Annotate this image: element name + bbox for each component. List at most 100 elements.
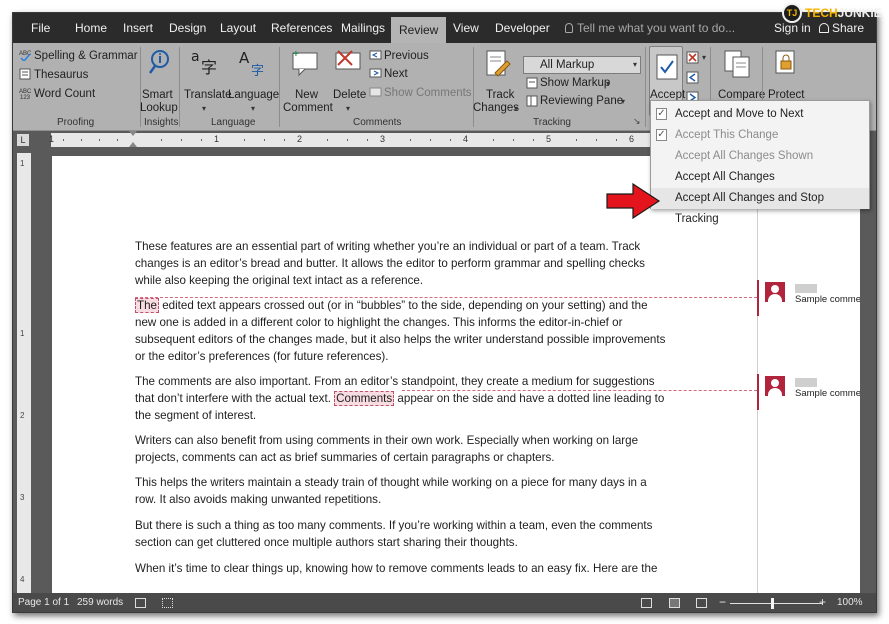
person-icon (819, 23, 829, 33)
tab-view[interactable]: View (453, 13, 479, 43)
page-count[interactable]: Page 1 of 1 (18, 597, 69, 608)
paragraph[interactable]: These features are an essential part of … (135, 238, 690, 289)
ruler-tick (99, 139, 100, 141)
menu-item-label: Accept This Change (675, 129, 779, 141)
tab-developer[interactable]: Developer (495, 13, 550, 43)
tab-references[interactable]: References (271, 13, 332, 43)
ruler-number: 1 (214, 134, 220, 144)
word-count-button[interactable]: Word Count (34, 88, 95, 100)
thesaurus-button[interactable]: Thesaurus (34, 69, 88, 81)
language-button[interactable]: Language (228, 89, 279, 101)
indent-marker-icon[interactable] (129, 131, 138, 149)
smart-lookup-label-1[interactable]: Smart (142, 89, 173, 101)
new-comment-label-2[interactable]: Comment (283, 102, 333, 114)
word-count[interactable]: 259 words (77, 597, 123, 608)
tab-layout[interactable]: Layout (220, 13, 256, 43)
new-comment-label-1[interactable]: New (295, 89, 318, 101)
delete-dropdown-icon[interactable]: ▾ (346, 104, 350, 113)
translate-icon: a字 (191, 49, 217, 77)
tab-file[interactable]: File (31, 13, 50, 43)
menu-item-accept-all-changes[interactable]: Accept All Changes (651, 167, 869, 188)
zoom-in-button[interactable]: + (819, 595, 826, 609)
zoom-out-button[interactable]: − (719, 595, 726, 609)
translate-dropdown-icon[interactable]: ▾ (202, 104, 206, 113)
ruler-tick (596, 139, 597, 141)
text-line: subsequent editors of the changes made, … (135, 333, 666, 346)
ruler-number: 2 (297, 134, 303, 144)
paragraph[interactable]: Writers can also benefit from using comm… (135, 432, 690, 466)
ruler-number: 4 (20, 575, 25, 584)
tab-review[interactable]: Review (391, 17, 447, 43)
previous-comment-icon (369, 50, 382, 60)
ruler-tick (81, 139, 82, 141)
menu-item-accept-all-changes-shown[interactable]: Accept All Changes Shown (651, 146, 869, 167)
menu-item-accept-this-change[interactable]: ✓ Accept This Change (651, 125, 869, 146)
tab-insert[interactable]: Insert (123, 13, 153, 43)
ruler-number: 4 (463, 134, 469, 144)
show-comments-button[interactable]: Show Comments (384, 87, 472, 99)
commented-text[interactable]: Comments (334, 391, 395, 406)
ruler-tick (264, 139, 265, 141)
share-label: Share (832, 21, 865, 35)
document-page[interactable]: These features are an essential part of … (52, 156, 860, 596)
tab-mailings[interactable]: Mailings (341, 13, 385, 43)
macro-recording-icon[interactable] (162, 598, 173, 608)
web-layout-icon[interactable] (696, 598, 707, 608)
dialog-launcher-icon[interactable]: ↘ (633, 116, 641, 127)
commented-text[interactable]: The (135, 298, 159, 313)
proofing-group-label: Proofing (57, 117, 95, 128)
smart-lookup-label-2[interactable]: Lookup (140, 102, 178, 114)
read-mode-icon[interactable] (641, 598, 652, 608)
tell-me-box[interactable]: Tell me what you want to do... (565, 13, 735, 43)
delete-comment-button[interactable]: Delete (333, 89, 366, 101)
zoom-level[interactable]: 100% (837, 597, 863, 608)
paragraph[interactable]: The comments are also important. From an… (135, 373, 690, 424)
markup-mode-select[interactable]: All Markup ▾ (523, 56, 641, 74)
comment-balloon[interactable]: Sample comment (757, 280, 860, 318)
tab-selector-icon[interactable]: L (17, 134, 29, 146)
show-markup-button[interactable]: Show Markup (540, 77, 610, 89)
comment-balloon[interactable]: Sample comment (757, 374, 860, 412)
spelling-grammar-button[interactable]: Spelling & Grammar (34, 50, 138, 62)
language-group-label: Language (211, 117, 256, 128)
paragraph[interactable]: When it’s time to clear things up, knowi… (135, 560, 690, 577)
language-dropdown-icon[interactable]: ▾ (251, 104, 255, 113)
text-line: while also keeping the original text int… (135, 274, 424, 287)
comment-marker (757, 374, 759, 410)
tab-home[interactable]: Home (75, 13, 107, 43)
paragraph[interactable]: The edited text appears crossed out (or … (135, 297, 690, 365)
zoom-slider-thumb[interactable] (771, 598, 774, 609)
text-line: that don’t interfere with the actual tex… (135, 390, 690, 407)
reviewing-pane-dropdown-icon[interactable]: ▾ (621, 97, 625, 106)
tab-design[interactable]: Design (169, 13, 206, 43)
ruler-tick (367, 139, 368, 141)
translate-button[interactable]: Translate (184, 89, 232, 101)
previous-comment-button[interactable]: Previous (384, 50, 429, 62)
next-comment-button[interactable]: Next (384, 68, 408, 80)
zoom-slider[interactable] (730, 603, 823, 604)
text-line: But there is such a thing as too many co… (135, 519, 653, 532)
track-changes-label-2[interactable]: Changes (473, 102, 519, 114)
protect-document-icon (775, 50, 795, 74)
paragraph[interactable]: But there is such a thing as too many co… (135, 517, 690, 551)
menu-item-accept-and-move-to-next[interactable]: ✓ Accept and Move to Next (651, 104, 869, 125)
svg-text:+: + (293, 49, 299, 60)
track-changes-dropdown-icon[interactable]: ▾ (514, 104, 518, 113)
menu-item-accept-all-and-stop-tracking[interactable]: Accept All Changes and Stop Tracking (651, 188, 869, 225)
reviewing-pane-button[interactable]: Reviewing Pane (540, 95, 623, 107)
ribbon-separator (179, 47, 180, 127)
show-markup-icon (526, 77, 538, 89)
ruler-tick (410, 139, 411, 141)
vertical-ruler[interactable]: 1 1 2 3 4 (17, 153, 31, 593)
accept-change-icon (656, 54, 678, 80)
insights-group-label: Insights (144, 117, 179, 128)
reject-dropdown-icon[interactable]: ▾ (702, 53, 706, 62)
print-layout-icon[interactable] (669, 598, 680, 608)
proofing-status-icon[interactable] (135, 598, 146, 608)
ribbon-tab-bar: File Home Insert Design Layout Reference… (13, 13, 876, 43)
paragraph[interactable]: This helps the writers maintain a steady… (135, 474, 690, 508)
horizontal-ruler[interactable]: 1 1 2 3 4 5 6 (49, 131, 691, 149)
track-changes-label-1[interactable]: Track (486, 89, 514, 101)
show-markup-dropdown-icon[interactable]: ▾ (606, 79, 610, 88)
lightbulb-icon (565, 23, 573, 33)
